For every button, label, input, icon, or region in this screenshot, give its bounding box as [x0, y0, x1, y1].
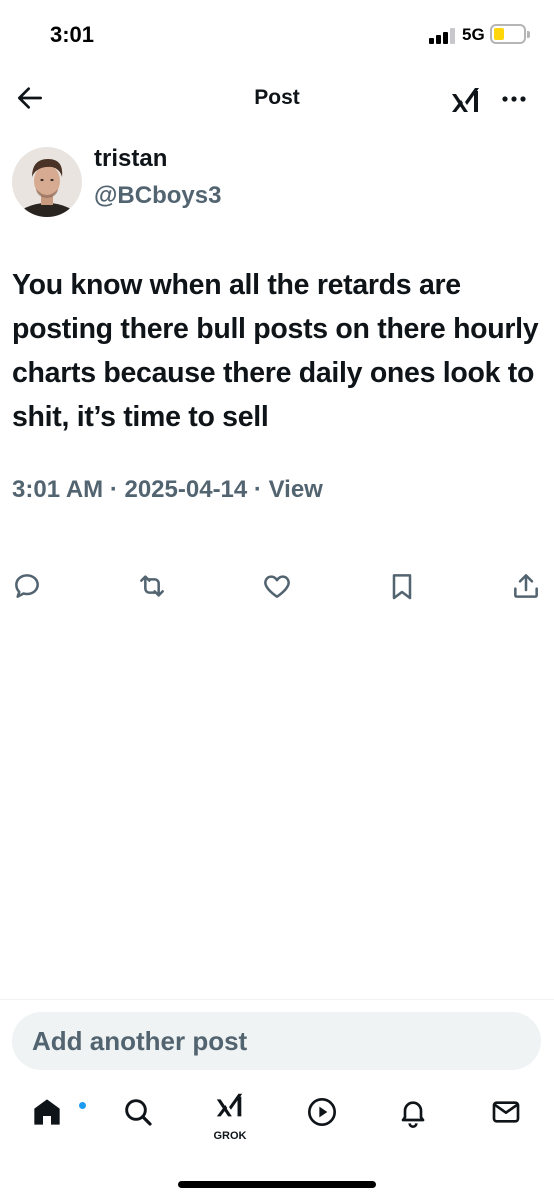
divider [0, 999, 554, 1000]
tab-grok[interactable]: GROK [208, 1090, 252, 1142]
post-actions [0, 570, 554, 604]
status-time: 3:01 [50, 22, 95, 47]
network-type: 5G [462, 25, 485, 44]
reply-composer[interactable]: Add another post [12, 1012, 541, 1070]
meta-separator: · [109, 476, 118, 503]
author-handle[interactable]: @BCboys3 [94, 182, 221, 210]
like-icon [264, 575, 290, 598]
tab-notifications[interactable] [391, 1090, 435, 1134]
grok-icon [216, 1093, 243, 1117]
avatar[interactable] [12, 147, 82, 217]
nav-header: Post [0, 70, 554, 128]
grok-label: GROK [213, 1130, 247, 1142]
play-circle-icon [308, 1098, 336, 1126]
author-display-name[interactable]: tristan [94, 145, 167, 173]
home-icon [34, 1099, 60, 1125]
post-date: 2025-04-14 [124, 476, 248, 503]
tab-search[interactable] [116, 1090, 160, 1134]
like-button[interactable] [261, 570, 293, 602]
composer-placeholder: Add another post [32, 1026, 248, 1056]
post-time: 3:01 AM [12, 476, 104, 503]
cellular-signal-icon [429, 28, 457, 44]
bell-icon [401, 1101, 425, 1128]
post-author: tristan @BCboys3 [12, 145, 542, 220]
battery-icon [490, 24, 530, 44]
more-button[interactable] [497, 82, 531, 116]
post-text: You know when all the retards are postin… [12, 269, 539, 433]
home-indicator [178, 1181, 376, 1188]
share-button[interactable] [510, 570, 542, 602]
meta-separator: · [253, 476, 262, 503]
bookmark-button[interactable] [386, 570, 418, 602]
repost-button[interactable] [136, 570, 168, 602]
tab-video[interactable] [300, 1090, 344, 1134]
tab-messages[interactable] [484, 1090, 528, 1134]
notification-dot [77, 1100, 88, 1111]
bookmark-icon [392, 574, 412, 600]
status-bar: 3:01 5G [0, 0, 554, 70]
search-icon [125, 1099, 152, 1126]
repost-icon [140, 575, 164, 597]
tab-home[interactable] [25, 1090, 88, 1134]
reply-icon [15, 574, 39, 598]
mail-icon [492, 1101, 520, 1123]
bottom-tab-bar: GROK [0, 1082, 554, 1152]
more-horizontal-icon [502, 96, 526, 102]
share-icon [514, 574, 538, 598]
post-meta: 3:01 AM · 2025-04-14 · View [12, 476, 323, 504]
grok-icon [452, 88, 479, 112]
grok-button[interactable] [449, 82, 483, 116]
view-link[interactable]: View [269, 476, 323, 503]
reply-button[interactable] [11, 570, 43, 602]
